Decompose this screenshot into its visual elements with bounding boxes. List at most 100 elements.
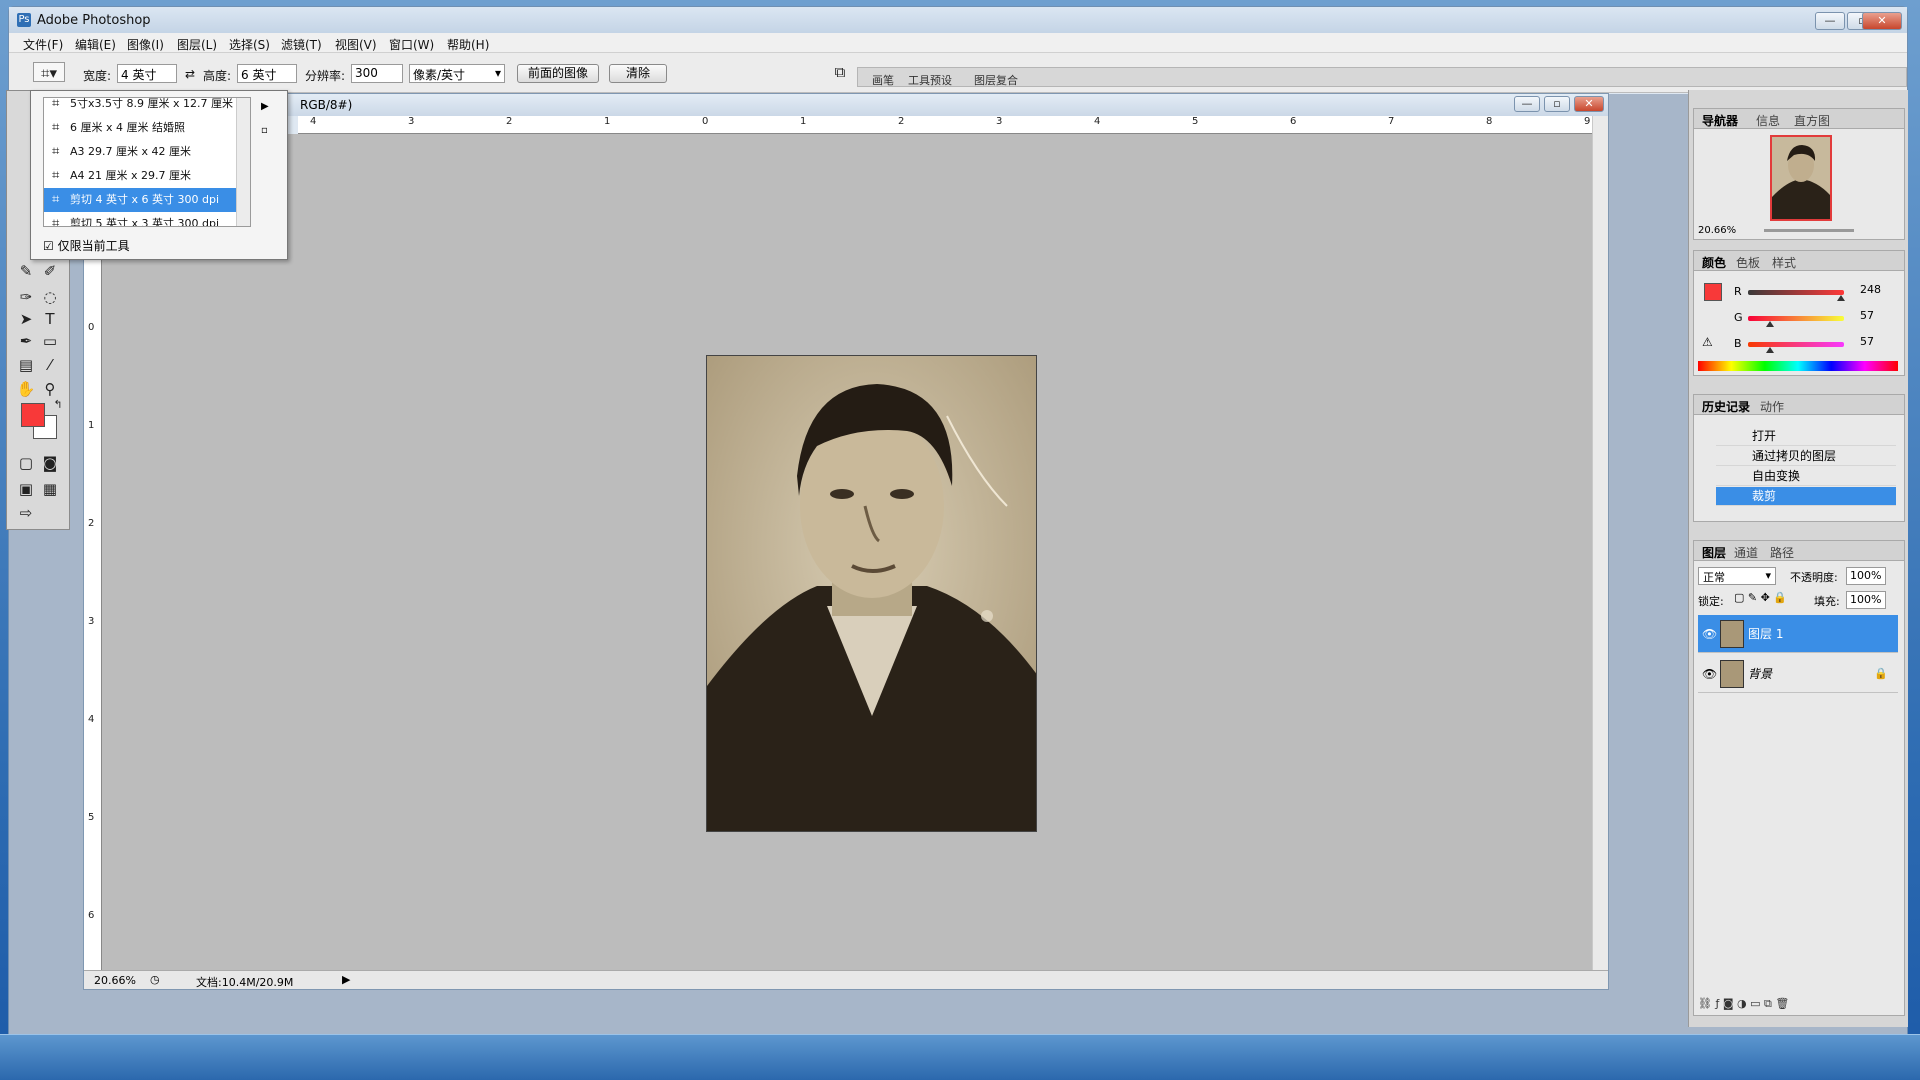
eye-icon[interactable]: 👁 <box>1702 655 1717 693</box>
tab-layers[interactable]: 图层 <box>1702 544 1726 561</box>
history-brush-icon[interactable]: ✑ <box>15 287 37 307</box>
shape-tool-icon[interactable]: ▭ <box>39 331 61 351</box>
preset-item[interactable]: ⌗ A3 29.7 厘米 x 42 厘米 <box>44 140 236 164</box>
quick-mask-icon[interactable]: ◙ <box>39 453 61 473</box>
screen-mode-icon[interactable]: ▣ <box>15 479 37 499</box>
slider-thumb-icon[interactable] <box>1765 347 1774 353</box>
notes-tool-icon[interactable]: ▤ <box>15 355 37 375</box>
swap-colors-icon[interactable]: ↰ <box>47 395 69 415</box>
menu-window[interactable]: 窗口(W) <box>389 36 434 53</box>
standard-mode-icon[interactable]: ▢ <box>15 453 37 473</box>
menu-view[interactable]: 视图(V) <box>335 36 377 53</box>
status-menu-arrow-icon[interactable]: ▶ <box>342 973 350 986</box>
tab-paths[interactable]: 路径 <box>1770 544 1794 561</box>
menu-file[interactable]: 文件(F) <box>23 36 63 53</box>
tab-info[interactable]: 信息 <box>1756 112 1780 129</box>
tab-actions[interactable]: 动作 <box>1760 398 1784 415</box>
r-value[interactable]: 248 <box>1860 283 1881 296</box>
preset-menu-arrow-icon[interactable]: ▶ <box>261 101 269 112</box>
status-sync-icon[interactable]: ◷ <box>150 973 160 986</box>
fill-input[interactable]: 100% <box>1846 591 1886 609</box>
gamut-warning-icon[interactable]: ⚠ <box>1702 335 1713 349</box>
tab-styles[interactable]: 样式 <box>1772 254 1796 271</box>
well-tab-brushes[interactable]: 画笔 <box>872 72 894 88</box>
b-value[interactable]: 57 <box>1860 335 1874 348</box>
swap-dimensions-icon[interactable]: ⇄ <box>185 67 195 81</box>
resolution-unit-select[interactable]: 像素/英寸 ▾ <box>409 64 505 83</box>
color-panel-fg-swatch[interactable] <box>1704 283 1722 301</box>
preset-list-scrollbar[interactable] <box>236 98 250 226</box>
vertical-scrollbar[interactable] <box>1592 116 1608 970</box>
navigator-zoom[interactable]: 20.66% <box>1698 225 1736 236</box>
r-slider[interactable] <box>1748 290 1846 301</box>
doc-minimize-button[interactable]: — <box>1514 96 1540 112</box>
layer-row-selected[interactable]: 👁 图层 1 <box>1698 615 1898 653</box>
type-tool-icon[interactable]: T <box>39 309 61 329</box>
pen-tool-icon[interactable]: ✒ <box>15 331 37 351</box>
navigator-zoom-slider[interactable] <box>1764 229 1854 232</box>
crop-preset-picker-icon[interactable]: ⌗▾ <box>33 62 65 82</box>
well-tab-tool-presets[interactable]: 工具预设 <box>908 72 952 88</box>
menu-image[interactable]: 图像(I) <box>127 36 164 53</box>
tab-navigator[interactable]: 导航器 <box>1702 112 1738 129</box>
close-button[interactable]: ✕ <box>1862 12 1902 30</box>
selection-arrow-icon[interactable]: ➤ <box>15 309 37 329</box>
preset-item-selected[interactable]: ⌗ 剪切 4 英寸 x 6 英寸 300 dpi <box>44 188 236 212</box>
current-tool-only-checkbox[interactable]: ☑ 仅限当前工具 <box>43 237 130 254</box>
resolution-input[interactable]: 300 <box>351 64 403 83</box>
fullscreen-mode-icon[interactable]: ▦ <box>39 479 61 499</box>
preset-item[interactable]: ⌗ 5寸x3.5寸 8.9 厘米 x 12.7 厘米 <box>44 98 236 116</box>
eyedropper-icon[interactable]: ⁄ <box>39 355 61 375</box>
blend-mode-select[interactable]: 正常 ▾ <box>1698 567 1776 585</box>
b-slider[interactable] <box>1748 342 1844 353</box>
g-value[interactable]: 57 <box>1860 309 1874 322</box>
history-item[interactable]: 打开 <box>1716 427 1896 446</box>
well-tab-layer-comps[interactable]: 图层复合 <box>974 72 1018 88</box>
menu-filter[interactable]: 滤镜(T) <box>281 36 322 53</box>
doc-restore-button[interactable]: ▫ <box>1544 96 1570 112</box>
tab-channels[interactable]: 通道 <box>1734 544 1758 561</box>
color-ramp[interactable] <box>1698 361 1898 371</box>
history-item[interactable]: 自由变换 <box>1716 467 1896 486</box>
preset-item[interactable]: ⌗ 剪切 5 英寸 x 3 英寸 300 dpi <box>44 212 236 226</box>
history-item[interactable]: 通过拷贝的图层 <box>1716 447 1896 466</box>
lock-icons[interactable]: ▢ ✎ ✥ 🔒 <box>1734 591 1787 604</box>
status-zoom[interactable]: 20.66% <box>94 974 136 987</box>
height-input[interactable]: 6 英寸 <box>237 64 297 83</box>
healing-brush-icon[interactable]: ✎ <box>15 261 37 281</box>
navigator-thumbnail[interactable] <box>1770 135 1832 221</box>
tab-color[interactable]: 颜色 <box>1702 254 1726 271</box>
menu-select[interactable]: 选择(S) <box>229 36 270 53</box>
preset-item[interactable]: ⌗ A4 21 厘米 x 29.7 厘米 <box>44 164 236 188</box>
menu-edit[interactable]: 编辑(E) <box>75 36 116 53</box>
slider-thumb-icon[interactable] <box>1765 321 1774 327</box>
foreground-color-swatch[interactable] <box>21 403 45 427</box>
front-image-button[interactable]: 前面的图像 <box>517 64 599 83</box>
hand-tool-icon[interactable]: ✋ <box>15 379 37 399</box>
g-slider[interactable] <box>1748 316 1844 327</box>
doc-close-button[interactable]: ✕ <box>1574 96 1604 112</box>
tab-swatches[interactable]: 色板 <box>1736 254 1760 271</box>
canvas-area[interactable] <box>102 134 1592 970</box>
menu-layer[interactable]: 图层(L) <box>177 36 217 53</box>
tab-histogram[interactable]: 直方图 <box>1794 112 1830 129</box>
tab-history[interactable]: 历史记录 <box>1702 398 1750 415</box>
layer-row[interactable]: 👁 背景 🔒 <box>1698 655 1898 693</box>
width-input[interactable]: 4 英寸 <box>117 64 177 83</box>
preset-item[interactable]: ⌗ 6 厘米 x 4 厘米 结婚照 <box>44 116 236 140</box>
history-item-selected[interactable]: 裁剪 <box>1716 487 1896 506</box>
slider-thumb-icon[interactable] <box>1837 295 1846 301</box>
clear-button[interactable]: 清除 <box>609 64 667 83</box>
palette-toggle-icon[interactable]: ⧉ <box>829 62 851 82</box>
layers-panel: 图层 通道 路径 正常 ▾ 不透明度: 100% 锁定: ▢ ✎ ✥ 🔒 填充: … <box>1693 540 1905 1016</box>
old-portrait-photo[interactable] <box>706 355 1037 832</box>
layers-footer-icons[interactable]: ⛓ ƒ ◙ ◑ ▭ ⧉ 🗑 <box>1698 997 1898 1013</box>
imageready-icon[interactable]: ⇨ <box>15 503 37 523</box>
eye-icon[interactable]: 👁 <box>1702 615 1717 653</box>
opacity-input[interactable]: 100% <box>1846 567 1886 585</box>
menu-help[interactable]: 帮助(H) <box>447 36 489 53</box>
new-preset-icon[interactable]: ▫ <box>261 125 268 136</box>
brush-tool-icon[interactable]: ✐ <box>39 261 61 281</box>
eraser-tool-icon[interactable]: ◌ <box>39 287 61 307</box>
minimize-button[interactable]: — <box>1815 12 1845 30</box>
